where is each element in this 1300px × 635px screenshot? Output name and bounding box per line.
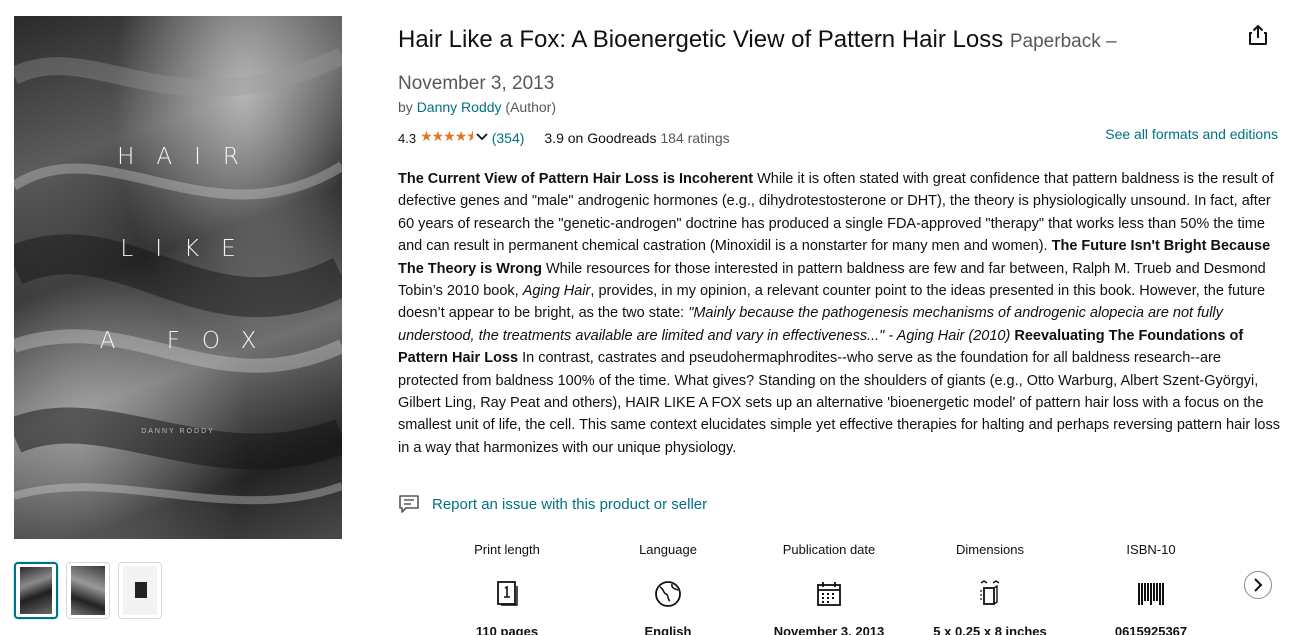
barcode-icon (1070, 578, 1232, 610)
rating-value: 4.3 (398, 130, 417, 146)
spec-print-length: Print length 110 pages (426, 540, 588, 635)
star-rating-icon[interactable]: ★★★★⯨ (420, 126, 474, 150)
share-button[interactable] (1240, 17, 1276, 53)
cover-title-line-2: LIKE (120, 236, 258, 262)
spec-value: November 3, 2013 (773, 624, 885, 635)
book-description: The Current View of Pattern Hair Loss is… (398, 168, 1280, 459)
spec-value: English (644, 624, 692, 635)
description-book-title: Aging Hair (522, 283, 591, 300)
spec-value: 5 x 0.25 x 8 inches (933, 624, 1047, 635)
feedback-icon (399, 495, 419, 513)
book-cover-image[interactable]: HAIR LIKE A FOX DANNY RODDY (14, 16, 342, 539)
spec-value: 110 pages (475, 624, 539, 635)
byline-prefix: by (398, 99, 413, 115)
carousel-next-button[interactable] (1244, 571, 1272, 599)
spec-publication-date: Publication date November 3, 2013 (748, 540, 910, 635)
goodreads-rating: 3.9 on Goodreads 184 ratings (544, 130, 729, 146)
description-heading-1: The Current View of Pattern Hair Loss is… (398, 171, 754, 187)
author-link[interactable]: Danny Roddy (417, 99, 502, 115)
cover-title-line-3: A FOX (99, 328, 279, 354)
chevron-down-icon[interactable] (476, 132, 488, 144)
goodreads-score: 3.9 on Goodreads (544, 130, 657, 146)
cover-author: DANNY RODDY (141, 428, 215, 435)
cover-title-line-1: HAIR (117, 144, 261, 170)
spec-label: Publication date (782, 542, 876, 557)
goodreads-count: 184 ratings (660, 130, 730, 146)
product-title: Hair Like a Fox: A Bioenergetic View of … (398, 20, 1208, 104)
thumbnail-back-cover[interactable] (66, 562, 110, 619)
spec-dimensions: Dimensions 5 x 0.25 x 8 inches (909, 540, 1071, 635)
spec-isbn-10: ISBN-10 0615925367 (1070, 540, 1232, 635)
spec-label: Dimensions (956, 542, 1024, 557)
globe-icon (587, 578, 749, 610)
product-details-carousel: Print length 110 pages Language English … (426, 540, 1226, 635)
see-all-formats-link[interactable]: See all formats and editions (1105, 126, 1278, 142)
thumbnail-front-cover[interactable] (14, 562, 58, 619)
spec-label: Print length (474, 542, 540, 557)
thumbnail-flat-cover[interactable] (118, 562, 162, 619)
report-issue-link[interactable]: Report an issue with this product or sel… (398, 494, 707, 514)
share-icon (1249, 25, 1267, 45)
spec-label: Language (639, 542, 697, 557)
rating-row: 4.3 ★★★★⯨ (354) 3.9 on Goodreads 184 rat… (398, 126, 730, 150)
book-pages-icon (426, 578, 588, 610)
description-paragraph-3: In contrast, castrates and pseudohermaph… (398, 350, 1281, 456)
cover-texture (14, 47, 342, 505)
spec-label: ISBN-10 (1126, 542, 1176, 557)
dimensions-icon (909, 578, 1071, 610)
report-issue-text: Report an issue with this product or sel… (432, 495, 708, 513)
spec-language: Language English (587, 540, 749, 635)
byline: by Danny Roddy (Author) (398, 99, 556, 115)
author-role: (Author) (505, 99, 556, 115)
rating-count-link[interactable]: (354) (492, 130, 525, 146)
image-thumbnails (14, 562, 162, 619)
chevron-right-icon (1254, 578, 1263, 592)
spec-value: 0615925367 (1114, 624, 1188, 635)
title-block: Hair Like a Fox: A Bioenergetic View of … (398, 20, 1208, 104)
product-title-text: Hair Like a Fox: A Bioenergetic View of … (398, 26, 1004, 53)
calendar-icon (748, 578, 910, 610)
